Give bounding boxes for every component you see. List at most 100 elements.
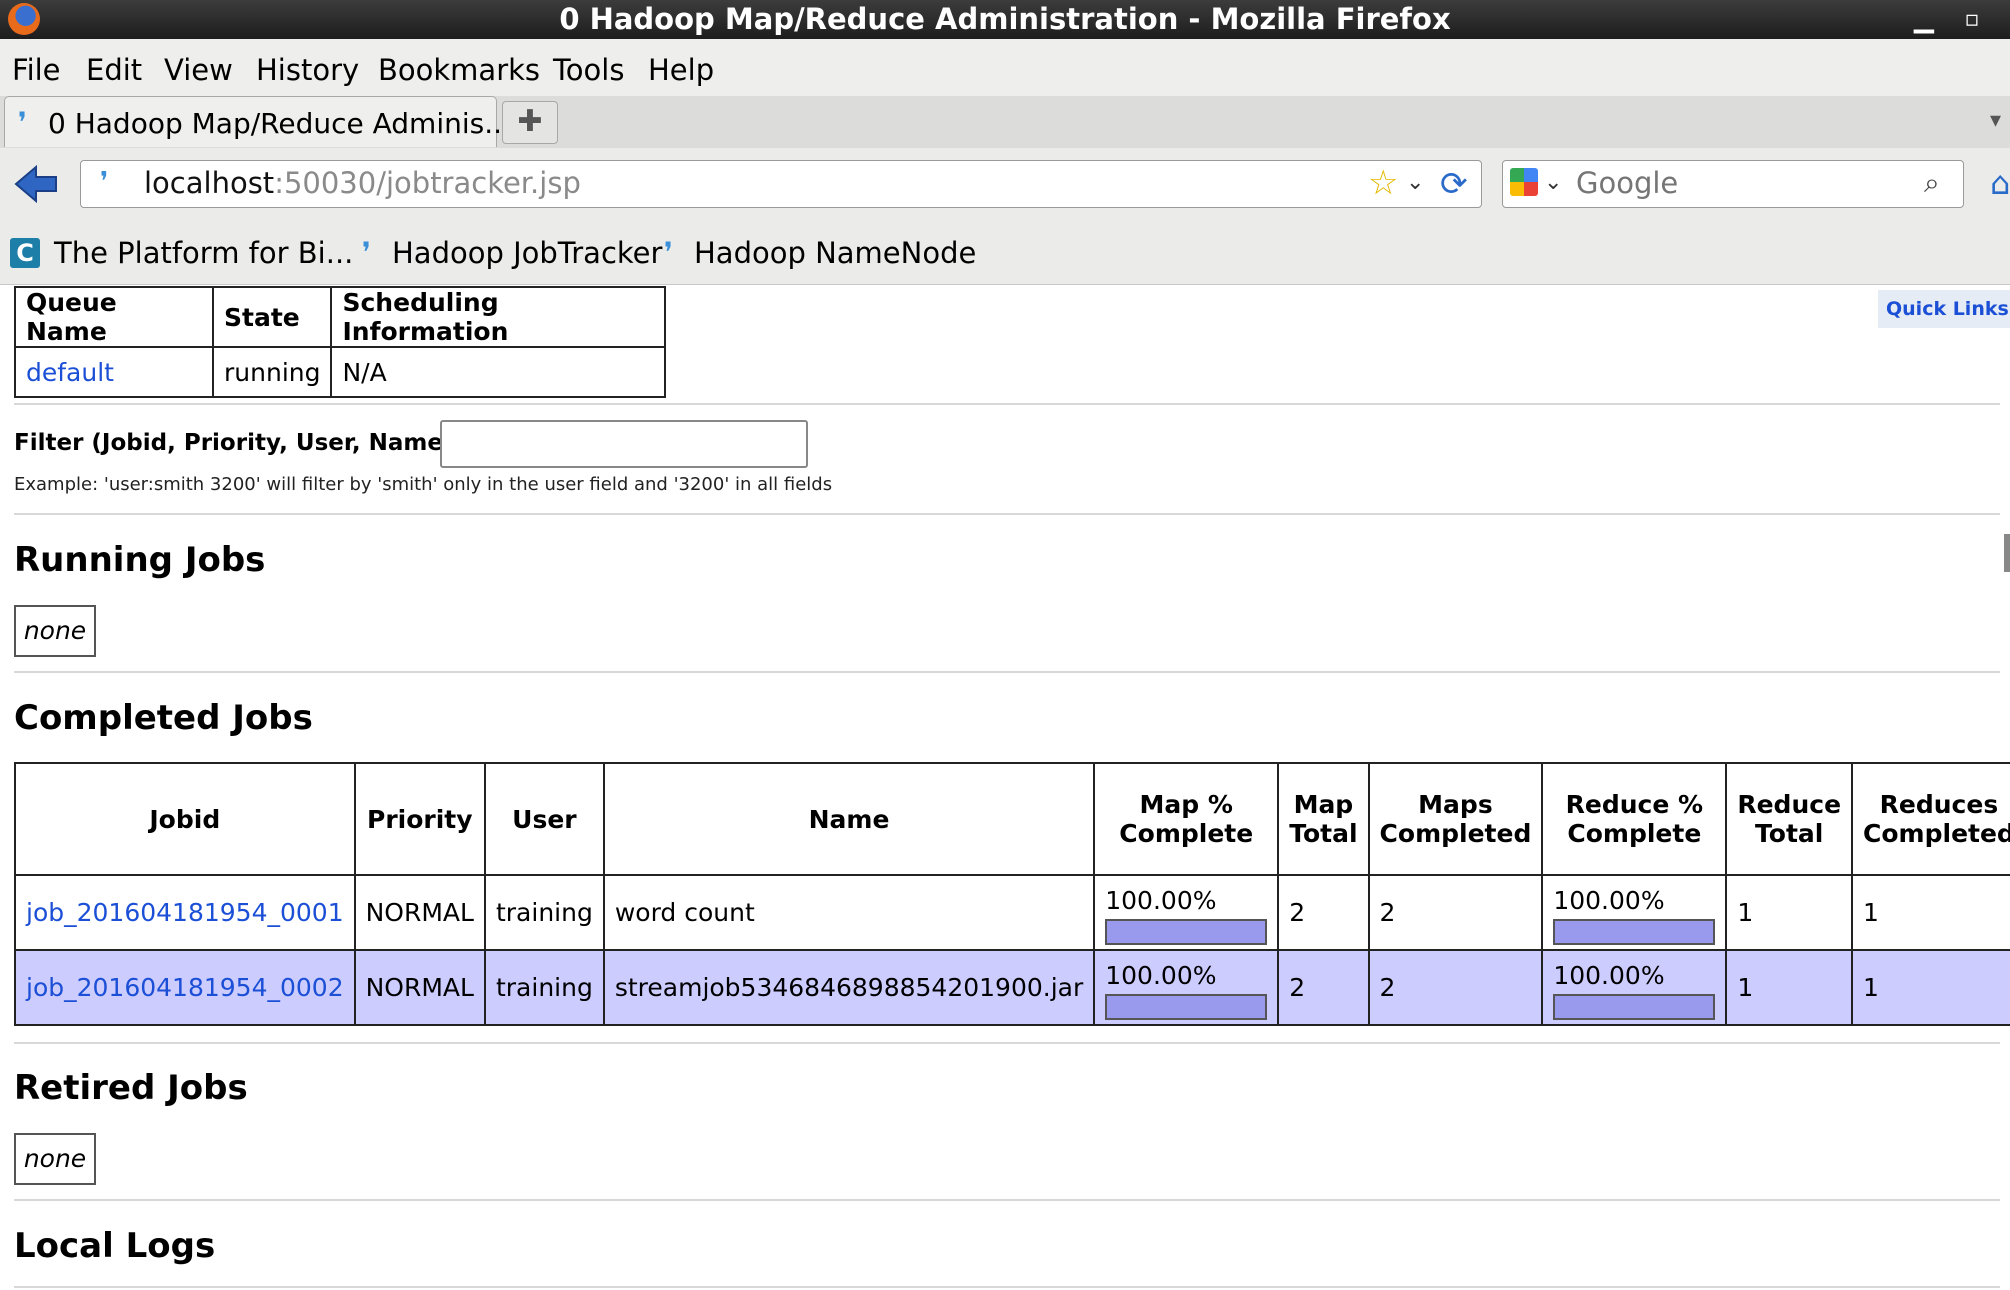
retired-jobs-heading: Retired Jobs: [14, 1068, 248, 1108]
reduces-completed-cell: 1: [1851, 949, 2010, 1026]
local-logs-heading: Local Logs: [14, 1226, 216, 1266]
new-tab-button[interactable]: ✚: [502, 101, 558, 144]
menu-tools[interactable]: Tools: [553, 53, 624, 87]
menu-file[interactable]: File: [12, 53, 61, 87]
back-arrow-icon[interactable]: [14, 164, 58, 204]
cloudera-icon: C: [10, 238, 40, 268]
url-host: localhost: [144, 166, 275, 200]
col-priority: Priority: [353, 762, 486, 876]
col-reduces-completed: Reduces Completed: [1851, 762, 2010, 876]
col-jobid: Jobid: [14, 762, 356, 876]
divider: [14, 403, 2000, 405]
col-maps-completed: Maps Completed: [1367, 762, 1544, 876]
col-reduce-total: Reduce Total: [1725, 762, 1854, 876]
map-progress-fill: [1107, 996, 1266, 1018]
col-reduce-pct: Reduce % Complete: [1541, 762, 1728, 876]
bookmark-platform[interactable]: The Platform for Bi...: [54, 236, 353, 270]
completed-jobs-table: Jobid Priority User Name Map % Complete …: [14, 762, 2010, 1026]
tab-list-icon[interactable]: ▾: [1990, 108, 2001, 133]
maximize-icon[interactable]: ▫: [1958, 0, 1986, 39]
divider: [14, 513, 2000, 515]
google-engine-icon[interactable]: [1510, 168, 1538, 196]
bookmark-star-icon[interactable]: ☆: [1368, 163, 1398, 203]
col-scheduling-info: Scheduling Information: [330, 286, 667, 348]
quick-links-button[interactable]: Quick Links: [1878, 290, 2010, 328]
map-pct-cell: 100.00%: [1093, 949, 1280, 1026]
window-title: 0 Hadoop Map/Reduce Administration - Moz…: [559, 2, 1451, 36]
divider: [14, 1286, 2000, 1288]
menu-help[interactable]: Help: [648, 53, 714, 87]
table-row: job_201604181954_0001 NORMAL training wo…: [14, 874, 2010, 951]
bookmark-namenode[interactable]: Hadoop NameNode: [694, 236, 976, 270]
map-progress-bar: [1105, 994, 1268, 1020]
user-cell: training: [483, 874, 605, 951]
table-row: job_201604181954_0002 NORMAL training st…: [14, 949, 2010, 1026]
running-jobs-heading: Running Jobs: [14, 540, 266, 580]
queue-state: running: [211, 346, 333, 398]
site-identity-icon[interactable]: ❜: [100, 167, 108, 197]
menu-history[interactable]: History: [256, 53, 359, 87]
divider: [14, 671, 2000, 673]
map-total-cell: 2: [1277, 949, 1370, 1026]
url-path: :50030/jobtracker.jsp: [274, 166, 581, 200]
map-pct-text: 100.00%: [1105, 886, 1217, 915]
reduce-total-cell: 1: [1725, 874, 1854, 951]
priority-cell: NORMAL: [353, 949, 486, 1026]
jobid-cell: job_201604181954_0001: [14, 874, 356, 951]
maps-completed-cell: 2: [1367, 949, 1544, 1026]
minimize-icon[interactable]: ▁: [1910, 0, 1938, 39]
bookmark-jobtracker[interactable]: Hadoop JobTracker: [392, 236, 662, 270]
reduce-pct-text: 100.00%: [1553, 886, 1665, 915]
col-user: User: [483, 762, 605, 876]
url-text[interactable]: localhost:50030/jobtracker.jsp: [144, 166, 581, 200]
queue-table: Queue Name State Scheduling Information …: [14, 286, 667, 398]
queue-name-cell: default: [14, 346, 214, 398]
filter-label: Filter (Jobid, Priority, User, Name): [14, 430, 454, 456]
menu-view[interactable]: View: [164, 53, 233, 87]
completed-jobs-heading: Completed Jobs: [14, 698, 313, 738]
filter-example: Example: 'user:smith 3200' will filter b…: [14, 474, 833, 495]
chevron-down-icon[interactable]: ⌄: [1406, 170, 1424, 195]
hadoop-feather-icon: ❜: [362, 236, 372, 269]
maps-completed-cell: 2: [1367, 874, 1544, 951]
priority-cell: NORMAL: [353, 874, 486, 951]
filter-input[interactable]: [440, 420, 808, 468]
queue-scheduling: N/A: [330, 346, 667, 398]
jobid-cell: job_201604181954_0002: [14, 949, 356, 1026]
map-progress-bar: [1105, 919, 1268, 945]
retired-jobs-empty: none: [14, 1133, 96, 1185]
window-titlebar: 0 Hadoop Map/Reduce Administration - Moz…: [0, 0, 2010, 39]
binoculars-icon[interactable]: ⌕: [1924, 166, 1940, 200]
search-input[interactable]: [1576, 166, 1906, 200]
user-cell: training: [483, 949, 605, 1026]
table-row: default running N/A: [14, 346, 667, 398]
hadoop-feather-icon: ❜: [18, 106, 28, 139]
reduces-completed-cell: 1: [1851, 874, 2010, 951]
map-total-cell: 2: [1277, 874, 1370, 951]
job-link[interactable]: job_201604181954_0002: [26, 973, 344, 1002]
map-progress-fill: [1107, 921, 1266, 943]
reduce-progress-bar: [1553, 994, 1716, 1020]
menu-edit[interactable]: Edit: [86, 53, 142, 87]
menu-bookmarks[interactable]: Bookmarks: [378, 53, 540, 87]
job-link[interactable]: job_201604181954_0001: [26, 898, 344, 927]
reload-icon[interactable]: ⟳: [1440, 164, 1468, 203]
queue-link[interactable]: default: [26, 358, 114, 387]
col-state: State: [211, 286, 333, 348]
col-map-pct: Map % Complete: [1093, 762, 1280, 876]
map-pct-text: 100.00%: [1105, 961, 1217, 990]
name-cell: word count: [602, 874, 1096, 951]
home-icon[interactable]: ⌂: [1990, 164, 2010, 202]
scrollbar-thumb[interactable]: [2004, 534, 2010, 572]
hadoop-feather-icon: ❜: [664, 236, 674, 269]
col-map-total: Map Total: [1277, 762, 1370, 876]
tab-title[interactable]: 0 Hadoop Map/Reduce Adminis...: [48, 107, 511, 140]
divider: [14, 1042, 2000, 1044]
divider: [14, 1199, 2000, 1201]
reduce-progress-fill: [1555, 921, 1714, 943]
reduce-progress-bar: [1553, 919, 1716, 945]
reduce-total-cell: 1: [1725, 949, 1854, 1026]
name-cell: streamjob5346846898854201900.jar: [602, 949, 1096, 1026]
map-pct-cell: 100.00%: [1093, 874, 1280, 951]
chevron-down-icon[interactable]: ⌄: [1544, 170, 1562, 195]
